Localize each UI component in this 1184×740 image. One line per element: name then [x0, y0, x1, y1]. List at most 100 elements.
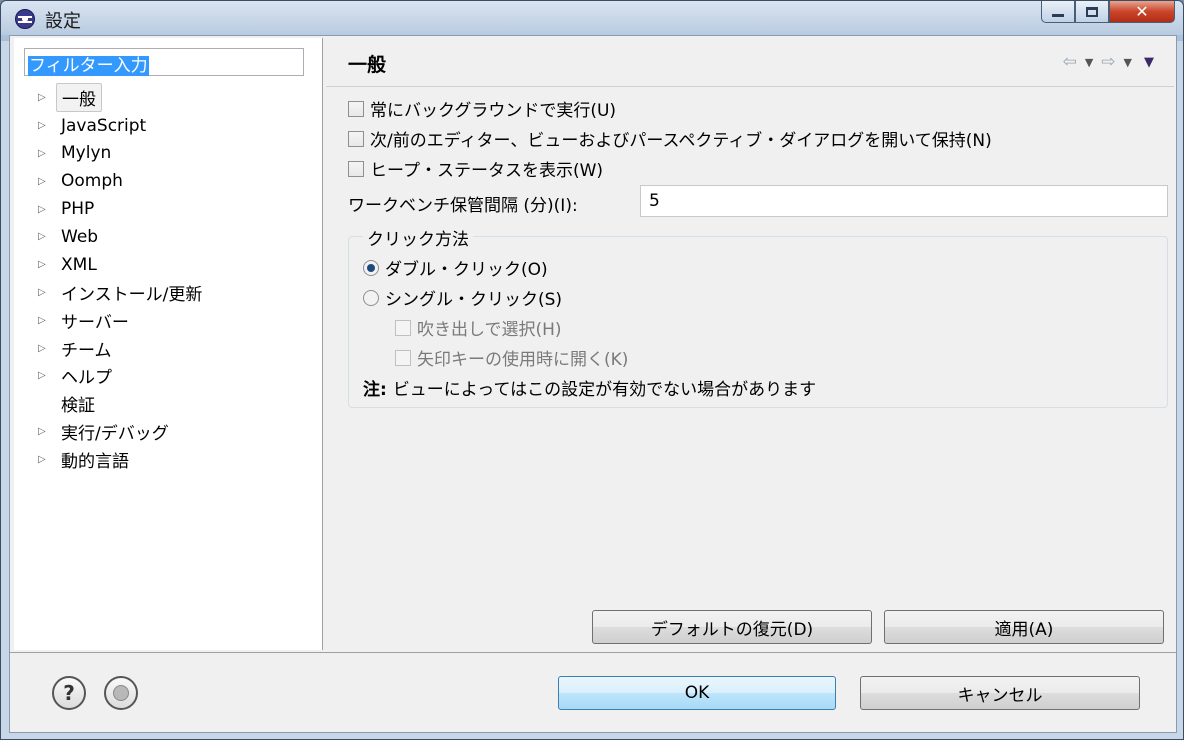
expand-arrow-icon[interactable]: ▷	[38, 426, 56, 437]
tree-item-label: インストール/更新	[61, 284, 203, 305]
expand-arrow-icon[interactable]: ▷	[38, 176, 56, 187]
category-tree: ▷ 一般 ▷ JavaScript ▷ Mylyn ▷ Oomph ▷ PHP …	[38, 83, 207, 473]
expand-arrow-icon[interactable]: ▷	[38, 120, 56, 131]
maximize-button[interactable]	[1075, 1, 1109, 23]
tree-item-label: Oomph	[61, 171, 123, 192]
double-click-radio[interactable]: ダブル・クリック(O)	[363, 255, 548, 280]
tree-item-xml[interactable]: ▷ XML	[38, 251, 207, 279]
tree-item-install-update[interactable]: ▷ インストール/更新	[38, 279, 207, 307]
tree-item-label: Web	[61, 226, 99, 247]
forward-arrow-icon[interactable]: ⇨	[1101, 52, 1115, 72]
single-click-radio[interactable]: シングル・クリック(S)	[363, 285, 562, 310]
minimize-button[interactable]	[1041, 1, 1075, 23]
radio-button[interactable]	[363, 259, 379, 276]
radio-button[interactable]	[363, 289, 379, 306]
header-divider	[326, 86, 1174, 87]
restore-defaults-button[interactable]: デフォルトの復元(D)	[592, 610, 872, 644]
tree-item-label: PHP	[61, 199, 95, 220]
run-in-background-checkbox[interactable]: 常にバックグラウンドで実行(U)	[348, 96, 616, 121]
tree-item-oomph[interactable]: ▷ Oomph	[38, 167, 207, 195]
checkbox-box[interactable]	[348, 160, 364, 177]
open-with-arrow-keys-checkbox: 矢印キーの使用時に開く(K)	[395, 345, 628, 370]
apply-button[interactable]: 適用(A)	[884, 610, 1164, 644]
tree-item-general[interactable]: ▷ 一般	[38, 83, 207, 113]
maximize-icon	[1086, 6, 1098, 17]
checkbox-box[interactable]	[348, 130, 364, 147]
tree-item-mylyn[interactable]: ▷ Mylyn	[38, 140, 207, 168]
expand-arrow-icon[interactable]: ▷	[38, 231, 56, 242]
autosave-interval-input[interactable]: 5	[640, 185, 1168, 217]
tree-item-team[interactable]: ▷ チーム	[38, 334, 207, 362]
note-body: ビューによってはこの設定が有効でない場合があります	[392, 380, 817, 400]
group-title: クリック方法	[363, 225, 473, 250]
tree-item-validation[interactable]: ▷ 検証	[38, 390, 207, 418]
tree-item-label: 実行/デバッグ	[61, 423, 169, 444]
expand-arrow-icon[interactable]: ▷	[38, 370, 56, 381]
note-text: 注: ビューによってはこの設定が有効でない場合があります	[363, 375, 816, 400]
filter-input[interactable]: フィルター入力	[24, 48, 304, 76]
tree-item-web[interactable]: ▷ Web	[38, 223, 207, 251]
category-pane: フィルター入力 ▷ 一般 ▷ JavaScript ▷ Mylyn ▷ Oomp…	[14, 38, 323, 650]
checkbox-label: 矢印キーの使用時に開く(K)	[417, 350, 629, 370]
page-title: 一般	[348, 54, 387, 76]
tree-item-dynamic-languages[interactable]: ▷ 動的言語	[38, 445, 207, 473]
tree-item-server[interactable]: ▷ サーバー	[38, 306, 207, 334]
checkbox-label: 常にバックグラウンドで実行(U)	[370, 101, 617, 121]
eclipse-logo-icon	[15, 9, 35, 29]
expand-arrow-icon[interactable]: ▷	[38, 343, 56, 354]
open-mode-group: クリック方法 ダブル・クリック(O) シングル・クリック(S) 吹き出しで選択(…	[348, 225, 1168, 408]
expand-arrow-icon[interactable]: ▷	[38, 92, 56, 103]
title-bar[interactable]: 設定 ✕	[1, 1, 1183, 35]
cancel-button[interactable]: キャンセル	[860, 676, 1140, 710]
expand-arrow-icon[interactable]: ▷	[38, 454, 56, 465]
keep-next-prev-dialog-checkbox[interactable]: 次/前のエディター、ビューおよびパースペクティブ・ダイアログを開いて保持(N)	[348, 126, 992, 151]
expand-arrow-icon[interactable]: ▷	[38, 315, 56, 326]
expand-arrow-icon[interactable]: ▷	[38, 259, 56, 270]
expand-arrow-icon[interactable]: ▷	[38, 287, 56, 298]
view-menu-icon[interactable]: ▼	[1144, 55, 1154, 70]
checkbox-box[interactable]	[348, 100, 364, 117]
close-button[interactable]: ✕	[1109, 1, 1175, 23]
preferences-window: 設定 ✕ フィルター入力 ▷ 一般 ▷ JavaScript ▷ Mylyn ▷…	[0, 0, 1184, 740]
tree-item-label: 一般	[56, 83, 102, 113]
forward-history-dropdown-icon[interactable]: ▼	[1124, 56, 1132, 69]
page-navigation: ⇦ ▼ ⇨ ▼ ▼	[1063, 52, 1154, 72]
tree-item-help[interactable]: ▷ ヘルプ	[38, 362, 207, 390]
tree-item-label: 検証	[61, 396, 95, 417]
show-heap-status-checkbox[interactable]: ヒープ・ステータスを表示(W)	[348, 156, 603, 181]
minimize-icon	[1052, 14, 1064, 17]
ok-button[interactable]: OK	[558, 676, 836, 710]
tree-item-label: チーム	[61, 340, 112, 361]
tree-item-label: XML	[61, 254, 97, 275]
note-prefix: 注:	[363, 380, 387, 400]
autosave-interval-label: ワークベンチ保管間隔 (分)(I):	[348, 196, 578, 216]
window-controls: ✕	[1041, 1, 1175, 25]
close-icon: ✕	[1135, 2, 1149, 21]
back-arrow-icon[interactable]: ⇦	[1063, 52, 1077, 72]
help-icon[interactable]: ?	[52, 676, 86, 710]
tree-item-php[interactable]: ▷ PHP	[38, 195, 207, 223]
radio-label: シングル・クリック(S)	[385, 290, 563, 310]
expand-arrow-icon[interactable]: ▷	[38, 148, 56, 159]
back-history-dropdown-icon[interactable]: ▼	[1085, 56, 1093, 69]
filter-text: フィルター入力	[28, 56, 149, 76]
checkbox-label: ヒープ・ステータスを表示(W)	[370, 161, 604, 181]
tree-item-javascript[interactable]: ▷ JavaScript	[38, 112, 207, 140]
select-on-hover-checkbox: 吹き出しで選択(H)	[395, 315, 562, 340]
tree-item-label: サーバー	[61, 312, 129, 333]
tree-item-label: 動的言語	[61, 451, 129, 472]
tree-item-run-debug[interactable]: ▷ 実行/デバッグ	[38, 418, 207, 446]
tree-item-label: JavaScript	[61, 115, 147, 136]
tree-item-label: ヘルプ	[61, 368, 112, 389]
footer-divider	[10, 652, 1176, 653]
checkbox-box	[395, 319, 411, 336]
checkbox-label: 吹き出しで選択(H)	[417, 320, 562, 340]
preference-page: 一般 ⇦ ▼ ⇨ ▼ ▼ 常にバックグラウンドで実行(U) 次/前のエディター、…	[326, 38, 1174, 650]
dialog-client-area: フィルター入力 ▷ 一般 ▷ JavaScript ▷ Mylyn ▷ Oomp…	[9, 35, 1177, 733]
checkbox-box	[395, 349, 411, 366]
import-export-icon[interactable]	[104, 676, 138, 710]
window-title: 設定	[45, 11, 81, 32]
expand-arrow-icon[interactable]: ▷	[38, 204, 56, 215]
checkbox-label: 次/前のエディター、ビューおよびパースペクティブ・ダイアログを開いて保持(N)	[370, 131, 992, 151]
radio-label: ダブル・クリック(O)	[385, 260, 548, 280]
